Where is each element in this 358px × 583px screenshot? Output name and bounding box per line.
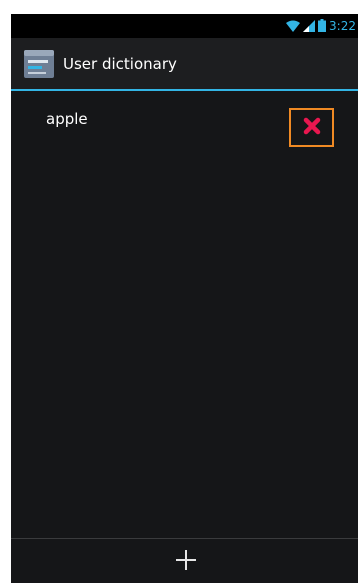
page-title: User dictionary: [63, 54, 177, 73]
add-word-button[interactable]: [166, 542, 206, 582]
status-time: 3:22: [329, 19, 356, 33]
delete-x-icon: [303, 117, 321, 139]
bottom-bar: [11, 538, 358, 583]
status-icons: 3:22: [286, 18, 356, 34]
action-bar: User dictionary: [11, 38, 358, 91]
status-bar: 3:22: [11, 14, 358, 38]
delete-word-button[interactable]: [289, 108, 334, 147]
signal-icon: [303, 17, 316, 36]
phone-screen: 3:22 User dictionary apple: [11, 14, 358, 583]
dictionary-app-icon[interactable]: [23, 49, 55, 79]
word-label: apple: [46, 110, 88, 128]
word-row-apple[interactable]: apple: [11, 91, 358, 147]
battery-icon: [318, 17, 327, 36]
wifi-icon: [286, 17, 301, 36]
plus-icon: [174, 548, 198, 576]
word-list: apple: [11, 91, 358, 147]
